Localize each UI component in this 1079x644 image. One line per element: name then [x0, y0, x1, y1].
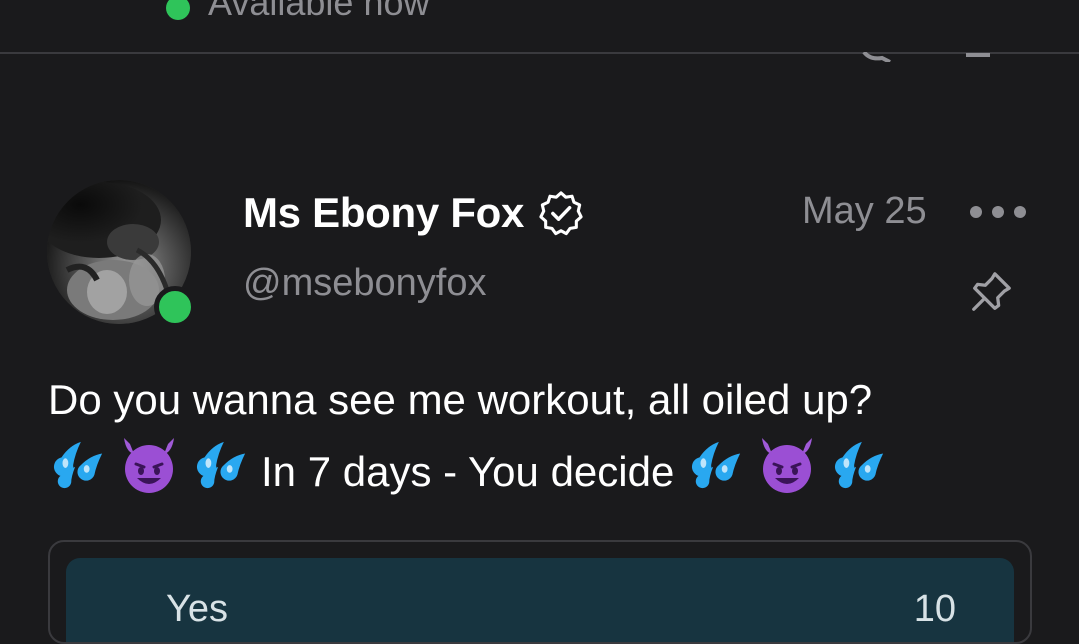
author-avatar[interactable] — [47, 180, 196, 328]
smiling-devil-icon — [118, 434, 180, 516]
poll-option-count: 10 — [913, 588, 956, 630]
poll-option-label: Yes — [166, 588, 228, 630]
post-text-line-2-row: In 7 days - You decide — [48, 434, 1038, 516]
verified-badge-icon — [539, 191, 583, 236]
post-text-line-1: Do you wanna see me workout, all oiled u… — [48, 376, 873, 423]
post-card: Ms Ebony Fox @msebonyfox May 25 Do you w… — [0, 54, 1079, 644]
author-display-name[interactable]: Ms Ebony Fox — [243, 189, 524, 237]
poll-option-yes[interactable]: Yes 10 — [66, 558, 1014, 642]
sweat-droplets-icon — [48, 438, 106, 516]
pin-icon[interactable] — [968, 269, 1014, 315]
author-name-row: Ms Ebony Fox — [243, 188, 584, 238]
sweat-droplets-icon — [191, 438, 249, 516]
top-status-bar: Available now — [0, 0, 1079, 54]
post-body: Do you wanna see me workout, all oiled u… — [48, 366, 1038, 516]
more-dot-icon — [970, 206, 982, 218]
more-dot-icon — [992, 206, 1004, 218]
author-handle[interactable]: @msebonyfox — [243, 262, 486, 305]
more-options-button[interactable] — [970, 199, 1026, 225]
poll-container: Yes 10 — [48, 540, 1032, 644]
sweat-droplets-icon — [686, 438, 744, 516]
availability-text: Available now — [208, 0, 430, 23]
more-dot-icon — [1014, 206, 1026, 218]
online-status-dot — [154, 286, 196, 328]
sweat-droplets-icon — [829, 438, 887, 516]
availability-dot — [166, 0, 190, 20]
post-date: May 25 — [802, 190, 927, 232]
post-text-line-2: In 7 days - You decide — [261, 448, 675, 495]
smiling-devil-icon — [756, 434, 818, 516]
